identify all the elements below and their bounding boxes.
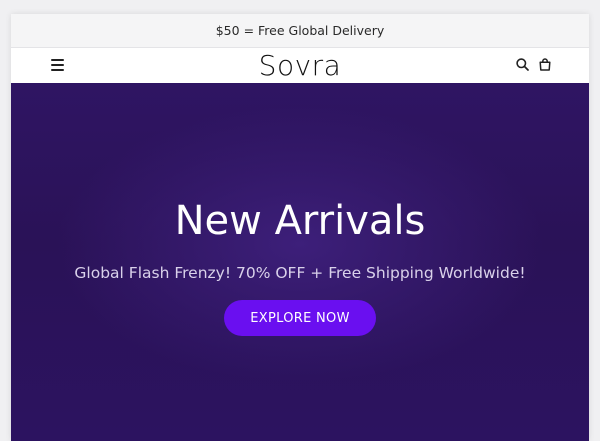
site-header: Sovra <box>11 48 589 83</box>
page-frame: $50 = Free Global Delivery Sovra New Arr… <box>11 14 589 441</box>
announcement-text: $50 = Free Global Delivery <box>215 23 385 38</box>
shopping-bag-icon[interactable] <box>539 58 551 71</box>
site-logo[interactable]: Sovra <box>259 48 342 83</box>
search-icon[interactable] <box>516 58 529 71</box>
announcement-bar: $50 = Free Global Delivery <box>11 14 589 48</box>
explore-now-button[interactable]: EXPLORE NOW <box>224 300 376 336</box>
hero-title: New Arrivals <box>174 198 426 244</box>
hero-subtitle: Global Flash Frenzy! 70% OFF + Free Ship… <box>74 264 526 282</box>
hero-banner: New Arrivals Global Flash Frenzy! 70% OF… <box>11 83 589 441</box>
header-actions <box>516 58 551 71</box>
menu-icon[interactable] <box>51 59 64 71</box>
